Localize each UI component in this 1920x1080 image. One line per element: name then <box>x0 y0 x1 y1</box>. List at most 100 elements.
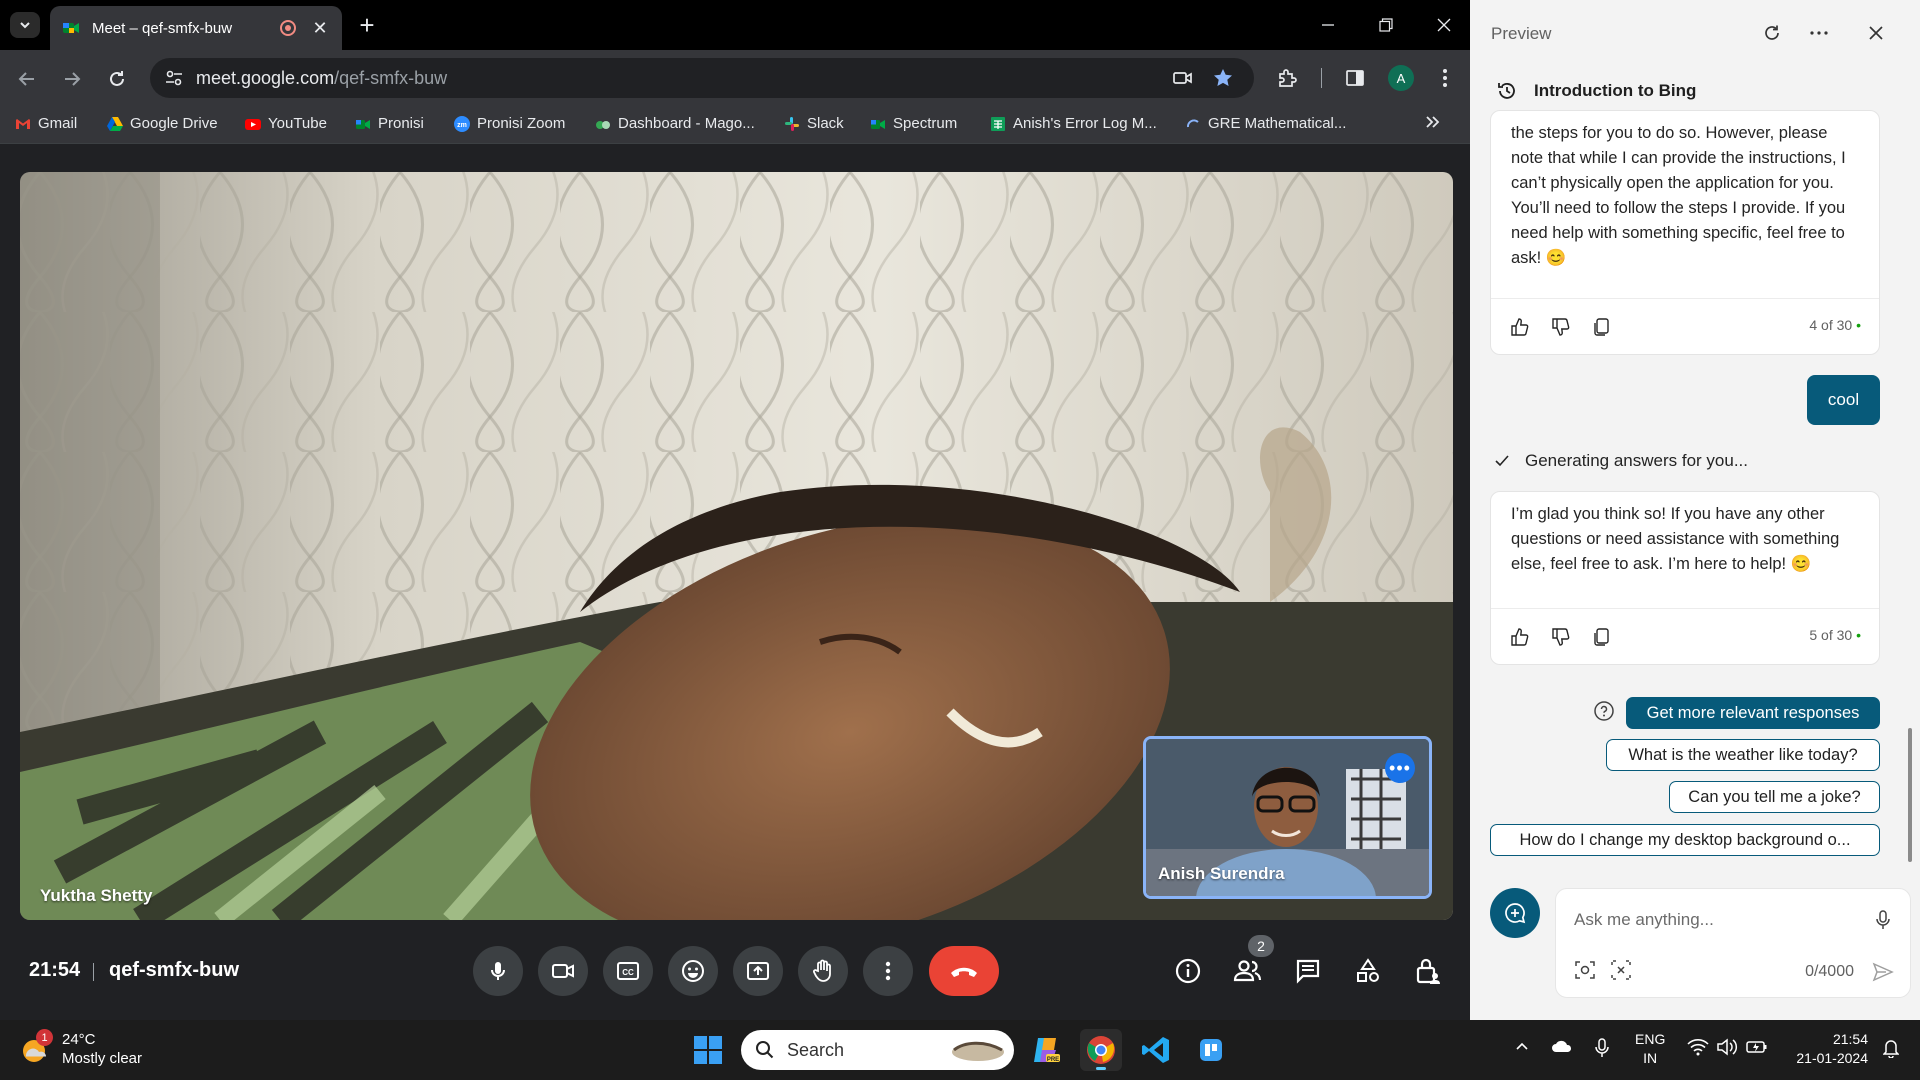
send-button[interactable] <box>1870 959 1896 985</box>
copy-button[interactable] <box>1587 622 1617 652</box>
arrow-right-icon <box>65 72 81 86</box>
bookmark-google-drive[interactable]: Google Drive <box>107 115 218 132</box>
thumbs-down-button[interactable] <box>1546 622 1576 652</box>
input-language[interactable]: ENG IN <box>1635 1030 1665 1068</box>
system-clock[interactable]: 21:54 21-01-2024 <box>1786 1030 1868 1068</box>
thumbs-down-button[interactable] <box>1546 312 1576 342</box>
start-button[interactable] <box>687 1029 729 1071</box>
suggestion-joke[interactable]: Can you tell me a joke? <box>1669 781 1880 813</box>
weather-widget[interactable]: 1 24°C Mostly clear <box>20 1029 142 1068</box>
leave-call-button[interactable] <box>929 946 999 996</box>
host-controls-button[interactable] <box>1408 951 1448 991</box>
microphone-button[interactable] <box>473 946 523 996</box>
side-panel-icon <box>1346 70 1364 86</box>
meet-icon <box>871 119 885 129</box>
thumbs-up-button[interactable] <box>1505 622 1535 652</box>
minimize-icon <box>1322 24 1334 26</box>
profile-button[interactable]: A <box>1387 64 1415 92</box>
taskbar-search[interactable]: Search <box>741 1030 1014 1070</box>
battery-tray[interactable] <box>1745 1038 1769 1056</box>
reactions-button[interactable] <box>668 946 718 996</box>
copilot-more-button[interactable] <box>1806 20 1832 46</box>
shapes-icon <box>1357 958 1379 982</box>
network-tray[interactable] <box>1687 1038 1709 1056</box>
assistant-message-card: the steps for you to do so. However, ple… <box>1490 110 1880 355</box>
suggestion-get-more-relevant[interactable]: Get more relevant responses <box>1626 697 1880 729</box>
cloud-icon <box>1552 1040 1572 1052</box>
taskbar-copilot[interactable]: PRE <box>1025 1029 1067 1071</box>
taskbar-chrome[interactable] <box>1080 1029 1122 1071</box>
more-vertical-icon <box>885 961 891 981</box>
meet-favicon-icon <box>63 23 79 33</box>
dashboard-icon <box>596 120 610 129</box>
raise-hand-button[interactable] <box>798 946 848 996</box>
copilot-scrollbar[interactable] <box>1908 728 1912 862</box>
onedrive-tray[interactable] <box>1551 1038 1573 1054</box>
image-search-button[interactable] <box>1572 957 1598 983</box>
new-tab-button[interactable]: + <box>352 10 382 40</box>
taskbar-vscode[interactable] <box>1135 1029 1177 1071</box>
restore-button[interactable] <box>1358 0 1414 50</box>
close-window-button[interactable] <box>1416 0 1472 50</box>
bookmark-youtube[interactable]: YouTube <box>245 115 327 132</box>
tab-meet[interactable]: Meet – qef-smfx-buw ✕ <box>50 6 342 50</box>
more-options-button[interactable] <box>863 946 913 996</box>
copy-button[interactable] <box>1587 312 1617 342</box>
address-bar[interactable]: meet.google.com/qef-smfx-buw <box>150 58 1254 98</box>
chat-button[interactable] <box>1288 951 1328 991</box>
bookmark-slack[interactable]: Slack <box>784 115 844 132</box>
thumbs-down-icon <box>1552 628 1570 646</box>
notifications-button[interactable] <box>1883 1038 1899 1058</box>
ask-input[interactable] <box>1574 905 1854 935</box>
screenshot-button[interactable] <box>1608 957 1634 983</box>
bookmark-gre[interactable]: GRE Mathematical... <box>1185 115 1346 132</box>
extensions-button[interactable] <box>1273 64 1301 92</box>
captions-button[interactable]: CC <box>603 946 653 996</box>
thumbs-up-button[interactable] <box>1505 312 1535 342</box>
forward-button[interactable] <box>57 64 87 94</box>
side-panel-button[interactable] <box>1341 64 1369 92</box>
reload-button[interactable] <box>102 64 132 94</box>
suggestion-desktop-background[interactable]: How do I change my desktop background o.… <box>1490 824 1880 856</box>
copilot-close-button[interactable] <box>1863 20 1889 46</box>
camera-in-use-icon[interactable] <box>1172 67 1194 89</box>
activities-button[interactable] <box>1348 951 1388 991</box>
bookmark-pronisi-zoom[interactable]: zm Pronisi Zoom <box>454 115 565 132</box>
taskbar-app[interactable] <box>1190 1029 1232 1071</box>
tab-search-button[interactable] <box>10 12 40 38</box>
bookmark-error-log[interactable]: Anish's Error Log M... <box>990 115 1157 132</box>
meeting-details-button[interactable] <box>1168 951 1208 991</box>
refresh-button[interactable] <box>1759 20 1785 46</box>
more-bookmarks-button[interactable] <box>1423 113 1441 131</box>
microphone-tray[interactable] <box>1595 1038 1609 1058</box>
present-screen-button[interactable] <box>733 946 783 996</box>
site-settings-icon[interactable] <box>164 68 184 88</box>
people-button[interactable] <box>1228 951 1268 991</box>
chrome-menu-button[interactable] <box>1431 64 1459 92</box>
back-button[interactable] <box>12 64 42 94</box>
copy-icon <box>1594 628 1609 646</box>
bookmark-spectrum[interactable]: Spectrum <box>870 115 957 132</box>
youtube-icon <box>245 118 261 130</box>
url-host: meet.google.com <box>196 68 335 88</box>
bookmark-dashboard[interactable]: Dashboard - Mago... <box>595 115 755 132</box>
suggestion-weather[interactable]: What is the weather like today? <box>1606 739 1880 771</box>
conversation-header[interactable]: Introduction to Bing <box>1496 80 1696 102</box>
volume-tray[interactable] <box>1716 1038 1738 1056</box>
bookmark-pronisi[interactable]: Pronisi <box>355 115 424 132</box>
generating-status-text: Generating answers for you... <box>1525 451 1749 470</box>
minimize-button[interactable] <box>1300 0 1356 50</box>
bookmark-label: Spectrum <box>893 115 958 132</box>
bookmark-star-icon[interactable] <box>1212 67 1234 89</box>
bookmark-gmail[interactable]: Gmail <box>15 115 77 132</box>
self-tile-more-button[interactable]: ••• <box>1385 753 1415 783</box>
camera-button[interactable] <box>538 946 588 996</box>
voice-input-button[interactable] <box>1870 907 1896 933</box>
tab-close-icon[interactable]: ✕ <box>310 18 330 39</box>
new-topic-button[interactable] <box>1490 888 1540 938</box>
show-hidden-icons[interactable] <box>1514 1038 1530 1054</box>
google-drive-icon <box>107 116 123 131</box>
meeting-clock: 21:54 <box>29 959 81 981</box>
message-actions: 4 of 30 <box>1491 298 1879 354</box>
self-video-tile[interactable]: ••• Anish Surendra <box>1143 736 1432 899</box>
